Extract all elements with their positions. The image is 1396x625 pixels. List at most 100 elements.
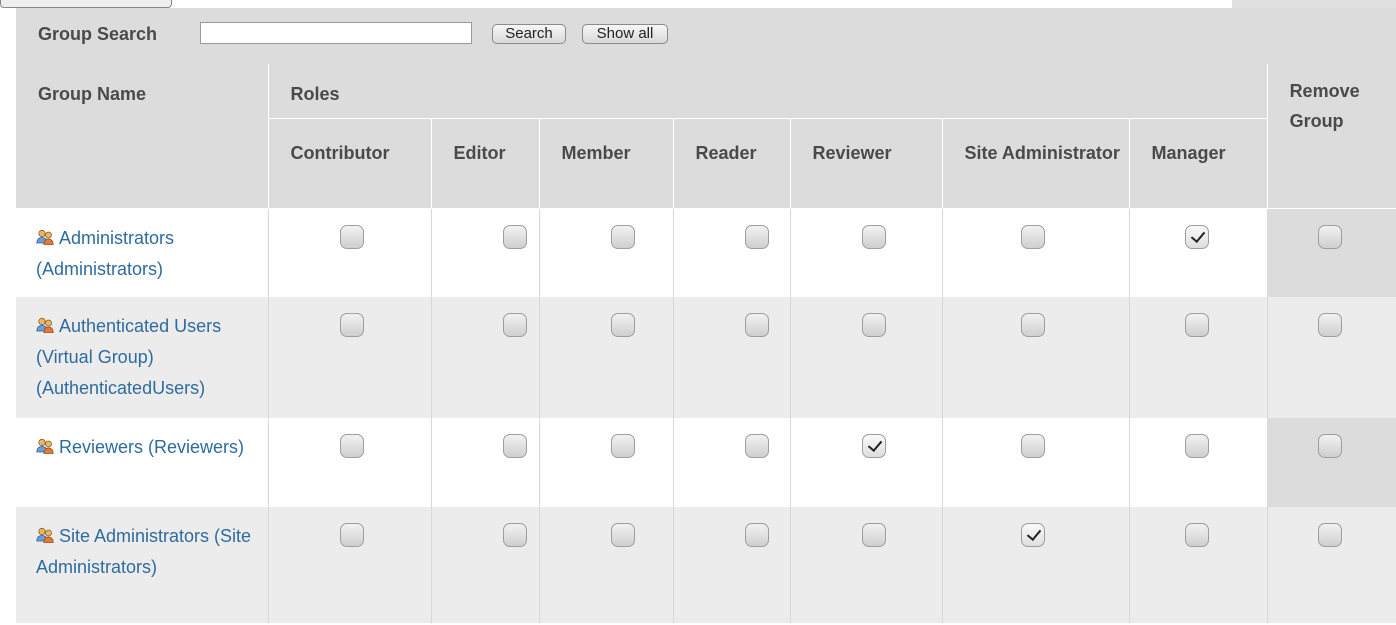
role-checkbox-member[interactable] xyxy=(610,224,635,249)
role-cell-reader xyxy=(673,507,791,623)
role-cell-reviewer xyxy=(790,507,943,623)
remove-group-cell xyxy=(1267,418,1396,507)
role-checkbox-editor[interactable] xyxy=(502,434,527,458)
group-row: Site Administrators (Site Administrators… xyxy=(16,507,1396,623)
role-cell-contributor xyxy=(268,507,432,623)
role-checkbox-manager[interactable] xyxy=(1184,523,1209,547)
role-header-reader: Reader xyxy=(673,118,791,209)
role-checkbox-site-administrator[interactable] xyxy=(1020,523,1045,547)
role-cell-contributor xyxy=(268,418,432,507)
remove-group-checkbox[interactable] xyxy=(1317,313,1342,337)
role-checkbox-reviewer[interactable] xyxy=(861,434,886,458)
role-checkbox-editor[interactable] xyxy=(502,313,527,337)
role-checkbox-reader[interactable] xyxy=(744,224,769,249)
role-cell-manager xyxy=(1129,507,1268,623)
group-icon xyxy=(36,438,54,454)
show-all-button[interactable]: Show all xyxy=(582,24,668,44)
role-cell-reviewer xyxy=(790,297,943,418)
group-icon xyxy=(36,317,54,333)
role-cell-editor xyxy=(431,418,540,507)
role-checkbox-member[interactable] xyxy=(610,434,635,458)
role-checkbox-member[interactable] xyxy=(610,523,635,547)
role-cell-manager xyxy=(1129,297,1268,418)
role-checkbox-reader[interactable] xyxy=(744,434,769,458)
group-roles-table: Group Name Roles Remove Group Contributo… xyxy=(16,64,1396,623)
role-header-reviewer: Reviewer xyxy=(790,118,943,209)
role-checkbox-contributor[interactable] xyxy=(339,224,364,249)
top-button-partial[interactable] xyxy=(0,0,172,8)
group-link[interactable]: Administrators (Administrators) xyxy=(36,228,174,279)
role-checkbox-reviewer[interactable] xyxy=(861,523,886,547)
group-name-cell: Site Administrators (Site Administrators… xyxy=(16,507,269,623)
role-checkbox-editor[interactable] xyxy=(502,523,527,547)
role-checkbox-manager[interactable] xyxy=(1184,224,1209,249)
role-cell-contributor xyxy=(268,208,432,297)
group-name-cell: Authenticated Users (Virtual Group) (Aut… xyxy=(16,297,269,418)
group-row: Authenticated Users (Virtual Group) (Aut… xyxy=(16,297,1396,418)
role-checkbox-manager[interactable] xyxy=(1184,313,1209,337)
remove-group-cell xyxy=(1267,297,1396,418)
role-cell-site-administrator xyxy=(942,208,1130,297)
role-checkbox-reader[interactable] xyxy=(744,313,769,337)
role-checkbox-manager[interactable] xyxy=(1184,434,1209,458)
role-cell-contributor xyxy=(268,297,432,418)
group-search-input[interactable] xyxy=(200,22,472,44)
role-cell-editor xyxy=(431,507,540,623)
group-name-header: Group Name xyxy=(16,64,269,209)
role-checkbox-reader[interactable] xyxy=(744,523,769,547)
search-button[interactable]: Search xyxy=(492,24,566,44)
role-checkbox-member[interactable] xyxy=(610,313,635,337)
role-checkbox-editor[interactable] xyxy=(502,224,527,249)
top-strip xyxy=(0,0,1396,8)
remove-group-checkbox[interactable] xyxy=(1317,523,1342,547)
role-cell-editor xyxy=(431,297,540,418)
group-search-bar: Group Search Search Show all xyxy=(16,8,1396,64)
remove-group-label: Remove Group xyxy=(1289,81,1360,131)
role-cell-reader xyxy=(673,297,791,418)
role-checkbox-reviewer[interactable] xyxy=(861,224,886,249)
role-cell-member xyxy=(539,507,674,623)
role-header-contributor: Contributor xyxy=(268,118,432,209)
group-link[interactable]: Authenticated Users (Virtual Group) (Aut… xyxy=(36,316,221,398)
remove-group-cell xyxy=(1267,208,1396,297)
role-cell-site-administrator xyxy=(942,297,1130,418)
role-checkbox-contributor[interactable] xyxy=(339,434,364,458)
role-cell-site-administrator xyxy=(942,507,1130,623)
top-grey-block xyxy=(1232,0,1396,8)
role-checkbox-site-administrator[interactable] xyxy=(1020,224,1045,249)
role-cell-reviewer xyxy=(790,418,943,507)
role-cell-reader xyxy=(673,418,791,507)
role-cell-member xyxy=(539,418,674,507)
group-rows: Administrators (Administrators) Authentic… xyxy=(16,208,1396,623)
remove-group-checkbox[interactable] xyxy=(1317,434,1342,458)
role-header-manager: Manager xyxy=(1129,118,1268,209)
role-checkbox-site-administrator[interactable] xyxy=(1020,434,1045,458)
role-cell-manager xyxy=(1129,418,1268,507)
group-link[interactable]: Reviewers (Reviewers) xyxy=(59,437,244,457)
role-checkbox-site-administrator[interactable] xyxy=(1020,313,1045,337)
role-cell-manager xyxy=(1129,208,1268,297)
group-row: Reviewers (Reviewers) xyxy=(16,418,1396,507)
group-row: Administrators (Administrators) xyxy=(16,208,1396,297)
role-cell-member xyxy=(539,208,674,297)
group-search-label: Group Search xyxy=(38,24,158,44)
role-cell-member xyxy=(539,297,674,418)
role-cell-reader xyxy=(673,208,791,297)
remove-group-header: Remove Group xyxy=(1267,64,1396,209)
group-link[interactable]: Site Administrators (Site Administrators… xyxy=(36,526,251,577)
role-header-member: Member xyxy=(539,118,674,209)
remove-group-checkbox[interactable] xyxy=(1317,224,1342,249)
groups-panel: Group Search Search Show all Group Name … xyxy=(16,8,1396,625)
role-header-editor: Editor xyxy=(431,118,540,209)
role-checkbox-contributor[interactable] xyxy=(339,313,364,337)
remove-group-cell xyxy=(1267,507,1396,623)
role-cell-reviewer xyxy=(790,208,943,297)
group-name-cell: Administrators (Administrators) xyxy=(16,208,269,297)
group-icon xyxy=(36,527,54,543)
role-cell-editor xyxy=(431,208,540,297)
group-icon xyxy=(36,229,54,245)
role-header-site-administrator: Site Administrator xyxy=(942,118,1130,209)
role-checkbox-reviewer[interactable] xyxy=(861,313,886,337)
role-checkbox-contributor[interactable] xyxy=(339,523,364,547)
group-name-cell: Reviewers (Reviewers) xyxy=(16,418,269,507)
